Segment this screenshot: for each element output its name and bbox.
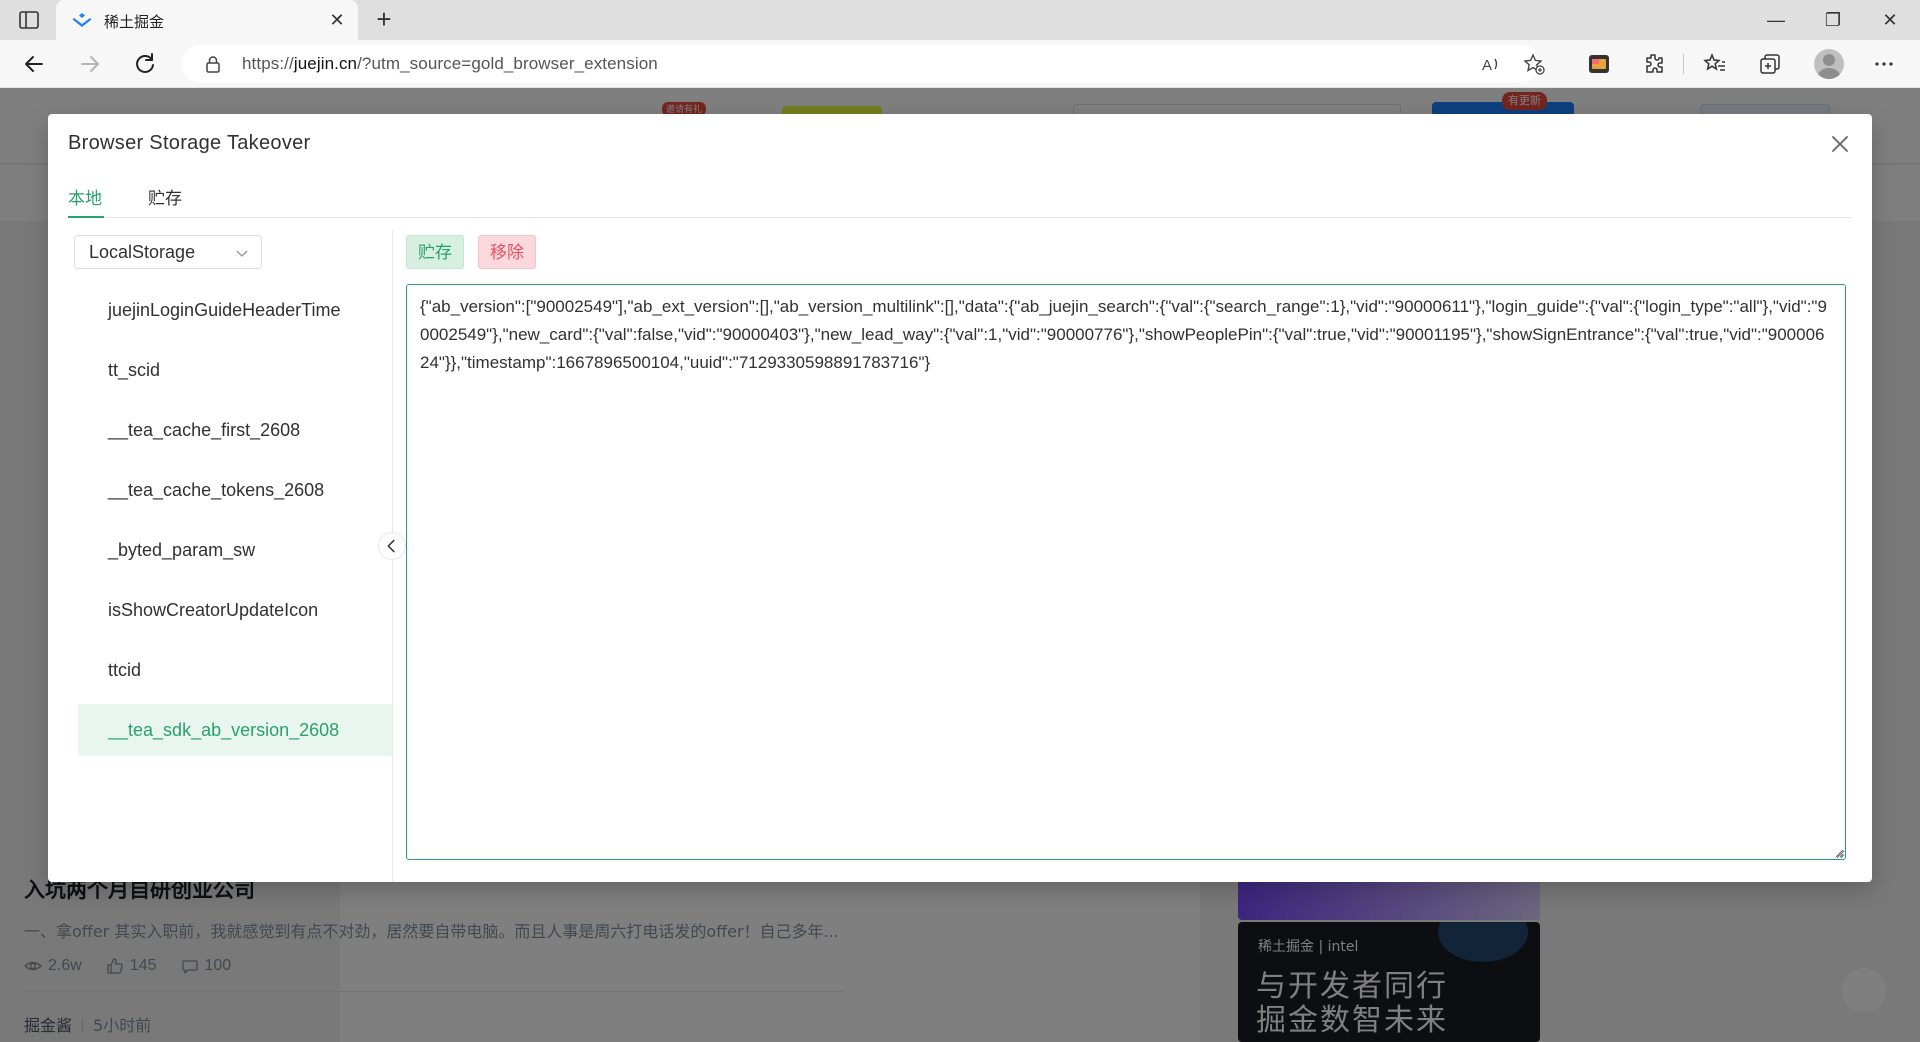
more-menu-icon[interactable] bbox=[1872, 52, 1896, 76]
tab-close-icon[interactable]: ✕ bbox=[326, 9, 348, 31]
browser-tab-juejin[interactable]: 稀土掘金 ✕ bbox=[56, 0, 358, 40]
address-bar[interactable]: https://juejin.cn/?utm_source=gold_brows… bbox=[182, 45, 1545, 83]
value-editor[interactable]: {"ab_version":["90002549"],"ab_ext_versi… bbox=[406, 284, 1846, 860]
resize-handle-icon[interactable] bbox=[1834, 848, 1844, 858]
browser-toolbar: https://juejin.cn/?utm_source=gold_brows… bbox=[0, 40, 1920, 88]
read-aloud-icon[interactable]: A bbox=[1480, 53, 1502, 75]
key-item[interactable]: ttcid bbox=[78, 640, 392, 700]
close-icon[interactable] bbox=[1828, 132, 1852, 156]
tab-local[interactable]: 本地 bbox=[68, 184, 102, 209]
storage-takeover-dialog: Browser Storage Takeover 本地 贮存 LocalStor… bbox=[48, 114, 1872, 882]
new-tab-icon[interactable]: + bbox=[370, 6, 398, 34]
minimize-icon[interactable]: — bbox=[1749, 0, 1803, 40]
key-item-selected[interactable]: __tea_sdk_ab_version_2608 bbox=[78, 704, 392, 756]
dialog-title: Browser Storage Takeover bbox=[68, 132, 311, 154]
lock-icon[interactable] bbox=[204, 55, 222, 73]
key-item[interactable]: __tea_cache_first_2608 bbox=[78, 400, 392, 460]
active-tab-indicator bbox=[68, 216, 104, 218]
forward-icon[interactable] bbox=[76, 50, 104, 78]
collapse-sidebar-icon[interactable] bbox=[378, 532, 406, 560]
tab-title: 稀土掘金 bbox=[104, 13, 165, 31]
juejin-favicon-icon bbox=[72, 13, 92, 27]
save-button[interactable]: 贮存 bbox=[406, 235, 464, 269]
extension-storage-icon[interactable] bbox=[1587, 52, 1611, 76]
storage-key-list: juejinLoginGuideHeaderTime tt_scid __tea… bbox=[78, 280, 392, 756]
svg-text:A: A bbox=[1482, 57, 1492, 74]
key-item[interactable]: tt_scid bbox=[78, 340, 392, 400]
storage-type-value: LocalStorage bbox=[89, 242, 196, 262]
remove-button[interactable]: 移除 bbox=[478, 235, 536, 269]
collections-icon[interactable] bbox=[1758, 52, 1782, 76]
toolbar-separator bbox=[1683, 54, 1684, 74]
add-favorite-icon[interactable] bbox=[1523, 53, 1545, 75]
window-close-icon[interactable]: ✕ bbox=[1863, 0, 1917, 40]
refresh-icon[interactable] bbox=[131, 50, 159, 78]
key-item[interactable]: juejinLoginGuideHeaderTime bbox=[78, 280, 392, 340]
browser-tab-strip: 稀土掘金 ✕ + — ❐ ✕ bbox=[0, 0, 1920, 40]
storage-tabs: 本地 贮存 bbox=[68, 176, 1852, 218]
key-item[interactable]: isShowCreatorUpdateIcon bbox=[78, 580, 392, 640]
profile-avatar[interactable] bbox=[1814, 49, 1844, 79]
extensions-icon[interactable] bbox=[1642, 52, 1666, 76]
tab-stored[interactable]: 贮存 bbox=[148, 184, 182, 209]
storage-type-select[interactable]: LocalStorage bbox=[74, 235, 262, 269]
restore-icon[interactable]: ❐ bbox=[1806, 0, 1860, 40]
url-text[interactable]: https://juejin.cn/?utm_source=gold_brows… bbox=[242, 54, 658, 74]
favorites-icon[interactable] bbox=[1703, 52, 1727, 76]
tab-actions-icon[interactable] bbox=[18, 9, 40, 31]
key-item[interactable]: __tea_cache_tokens_2608 bbox=[78, 460, 392, 520]
chevron-down-icon bbox=[236, 250, 248, 257]
back-icon[interactable] bbox=[20, 50, 48, 78]
key-item[interactable]: _byted_param_sw bbox=[78, 520, 392, 580]
